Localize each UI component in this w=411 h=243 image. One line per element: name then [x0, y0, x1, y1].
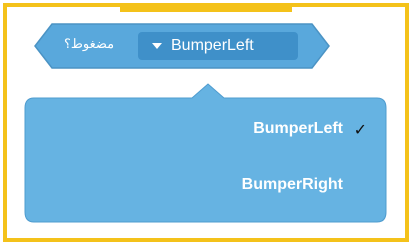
menu-item-bumper-right[interactable]: BumperRight	[242, 176, 343, 194]
sensor-block[interactable]: مضغوط؟ BumperLeft	[34, 23, 330, 69]
dropdown-triangle-icon	[152, 43, 162, 49]
highlight-frame-tab	[120, 7, 292, 12]
sensor-block-label: مضغوط؟	[64, 36, 115, 51]
menu-item-bumper-left[interactable]: BumperLeft	[253, 120, 343, 138]
dropdown-menu-shape	[24, 83, 387, 223]
bumper-dropdown-value: BumperLeft	[171, 37, 254, 54]
dropdown-menu: ✓ BumperLeft BumperRight	[24, 82, 387, 223]
check-icon: ✓	[353, 122, 367, 139]
bumper-dropdown[interactable]: BumperLeft	[138, 32, 298, 60]
